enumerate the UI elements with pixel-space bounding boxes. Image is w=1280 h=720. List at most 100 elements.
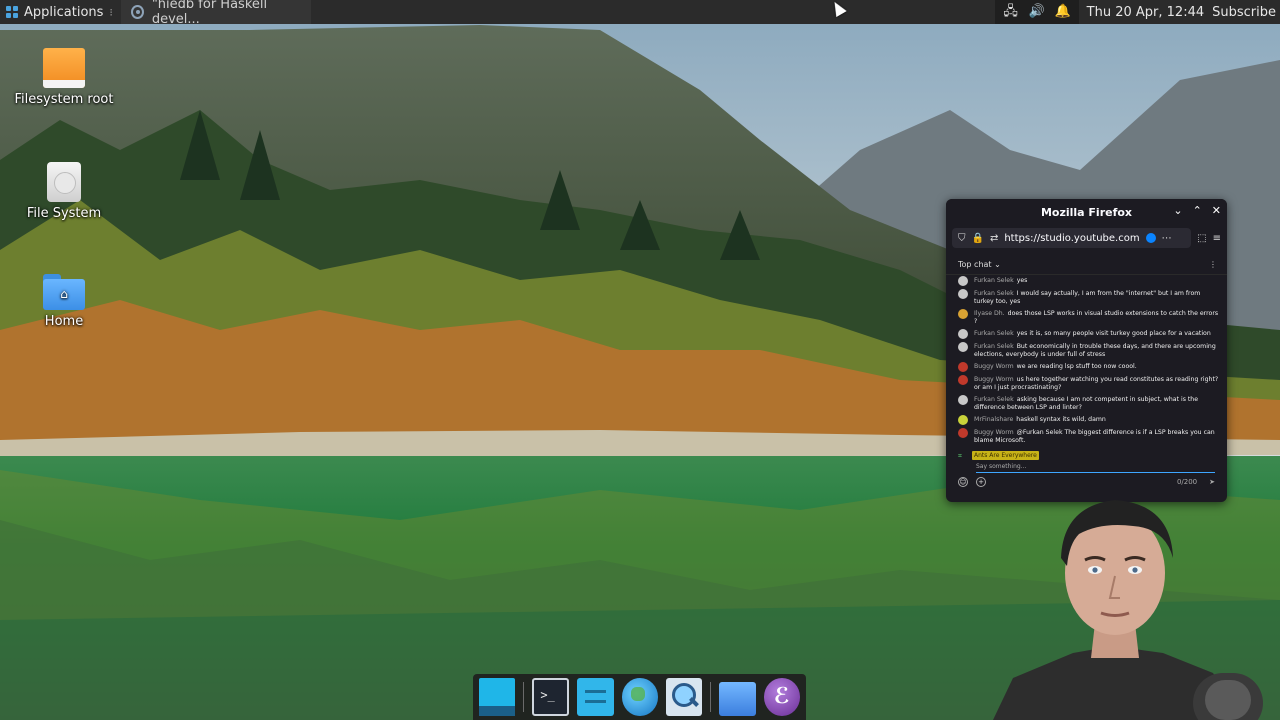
window-controls: ⌄ ⌃ ✕ — [1173, 204, 1221, 217]
chat-text: yes — [1016, 277, 1028, 284]
volume-icon[interactable]: 🔊 — [1029, 5, 1045, 19]
avatar[interactable] — [958, 309, 968, 319]
chevron-down-icon: ⌄ — [994, 260, 1001, 269]
folder-icon[interactable] — [719, 682, 756, 716]
url-text[interactable]: https://studio.youtube.com — [1004, 233, 1139, 244]
chat-message[interactable]: Buggy Worm us here together watching you … — [958, 375, 1219, 392]
avatar[interactable] — [958, 329, 968, 339]
url-bar-row: ⛉ 🔒 ⇄ https://studio.youtube.com ⋯ ⬚ ≡ — [952, 227, 1221, 249]
desktop-icon-label: Home — [44, 314, 84, 329]
chat-author[interactable]: Furkan Selek — [974, 396, 1014, 403]
applications-icon — [6, 6, 18, 18]
chat-message[interactable]: Ilyase Dh. does those LSP works in visual… — [958, 309, 1219, 326]
chat-message[interactable]: MrFinalshare haskell syntax its wild, dam… — [958, 415, 1219, 425]
chat-author[interactable]: Furkan Selek — [974, 290, 1014, 297]
avatar[interactable] — [958, 362, 968, 372]
panel-separator-icon: ⁝ — [109, 5, 113, 19]
show-desktop-icon[interactable] — [479, 678, 516, 716]
chat-message-body: Ilyase Dh. does those LSP works in visual… — [974, 310, 1219, 326]
terminal-icon[interactable]: >_ — [532, 678, 570, 716]
avatar[interactable] — [958, 395, 968, 405]
chat-author[interactable]: MrFinalshare — [974, 416, 1013, 423]
chat-author[interactable]: Furkan Selek — [974, 343, 1014, 350]
dock: >_ ℰ — [473, 674, 806, 720]
network-icon[interactable]: 🖧 — [1003, 5, 1019, 19]
window-titlebar[interactable]: Mozilla Firefox ⌄ ⌃ ✕ — [946, 199, 1227, 225]
applications-menu[interactable]: Applications ⁝ — [0, 0, 119, 24]
avatar[interactable] — [958, 415, 968, 425]
chat-mode-label: Top chat — [958, 260, 992, 269]
app-finder-icon[interactable] — [665, 678, 703, 716]
avatar[interactable] — [958, 276, 968, 286]
avatar[interactable] — [958, 289, 968, 299]
desktop-icon-filesystem-root[interactable]: Filesystem root — [14, 48, 114, 107]
chat-message[interactable]: Buggy Worm @Furkan Selek The biggest diff… — [958, 428, 1219, 445]
home-folder-icon: ⌂ — [43, 274, 85, 310]
chat-author[interactable]: Ilyase Dh. — [974, 310, 1005, 317]
chat-message-body: Furkan Selek yes — [974, 277, 1027, 285]
top-panel: Applications ⁝ "hiedb for Haskell devel.… — [0, 0, 1280, 27]
minimize-icon[interactable]: ⌄ — [1173, 204, 1182, 217]
chat-message[interactable]: Furkan Selek But economically in trouble … — [958, 342, 1219, 359]
chat-footer: ☺ + 0/200 ➤ — [946, 473, 1227, 487]
taskbar-window-button[interactable]: "hiedb for Haskell devel... — [120, 0, 311, 27]
desktop-icon-label: File System — [26, 206, 102, 221]
emacs-icon[interactable]: ℰ — [763, 678, 800, 716]
taskbar-window-label: "hiedb for Haskell devel... — [151, 0, 268, 27]
chat-user-row: ⌗ Ants Are Everywhere — [946, 451, 1227, 460]
avatar[interactable] — [958, 375, 968, 385]
system-tray: 🖧 🔊 🔔 — [994, 0, 1079, 24]
chat-text: does those LSP works in visual studio ex… — [974, 310, 1219, 325]
member-badge-icon: ⌗ — [958, 451, 962, 460]
permissions-icon[interactable]: ⇄ — [990, 233, 998, 244]
hamburger-menu-icon[interactable]: ≡ — [1213, 233, 1221, 244]
chat-mode-dropdown[interactable]: Top chat ⌄ — [958, 260, 1001, 269]
chat-message[interactable]: Furkan Selek yes — [958, 276, 1219, 286]
disk-icon — [47, 162, 81, 202]
chat-message-body: Furkan Selek I would say actually, I am f… — [974, 290, 1219, 306]
chat-message-body: Buggy Worm we are reading lsp stuff too n… — [974, 363, 1137, 371]
url-bar[interactable]: ⛉ 🔒 ⇄ https://studio.youtube.com ⋯ — [952, 228, 1192, 248]
chat-author[interactable]: Buggy Worm — [974, 363, 1014, 370]
shield-icon[interactable]: ⛉ — [958, 233, 966, 244]
chat-author[interactable]: Furkan Selek — [974, 330, 1014, 337]
subscribe-label: Subscribe — [1212, 4, 1276, 20]
chat-options-icon[interactable]: ⋮ — [1209, 260, 1217, 269]
chat-input[interactable]: Say something... — [976, 463, 1215, 473]
lock-icon[interactable]: 🔒 — [972, 233, 984, 244]
webcam-overlay — [983, 488, 1280, 720]
dock-separator — [710, 682, 712, 712]
site-indicator-icon[interactable] — [1145, 233, 1156, 243]
panel-clock[interactable]: Thu 20 Apr, 12:44 — [1079, 5, 1212, 20]
add-icon[interactable]: + — [976, 477, 986, 487]
emoji-icon[interactable]: ☺ — [958, 477, 968, 487]
chat-author[interactable]: Furkan Selek — [974, 277, 1014, 284]
web-browser-icon[interactable] — [621, 678, 658, 716]
chat-message[interactable]: Furkan Selek yes it is, so many people vi… — [958, 329, 1219, 339]
more-actions-icon[interactable]: ⋯ — [1162, 233, 1172, 244]
extensions-icon[interactable]: ⬚ — [1197, 233, 1206, 244]
chat-author[interactable]: Buggy Worm — [974, 376, 1014, 383]
avatar[interactable] — [958, 428, 968, 438]
chat-message-list: Furkan Selek yes Furkan Selek I would say a… — [946, 275, 1227, 445]
chat-header: Top chat ⌄ ⋮ — [946, 255, 1227, 275]
chat-author[interactable]: Buggy Worm — [974, 429, 1014, 436]
applications-label: Applications — [24, 4, 104, 20]
file-manager-icon[interactable] — [577, 678, 614, 716]
close-icon[interactable]: ✕ — [1212, 204, 1221, 217]
dock-separator — [523, 682, 525, 712]
chat-message-body: Furkan Selek But economically in trouble … — [974, 343, 1219, 359]
maximize-icon[interactable]: ⌃ — [1193, 204, 1202, 217]
avatar[interactable] — [958, 342, 968, 352]
chat-message[interactable]: Buggy Worm we are reading lsp stuff too n… — [958, 362, 1219, 372]
chat-message-body: Furkan Selek yes it is, so many people vi… — [974, 330, 1211, 338]
chat-text: we are reading lsp stuff too now coool. — [1016, 363, 1137, 370]
notification-bell-icon[interactable]: 🔔 — [1055, 5, 1071, 19]
desktop-icon-file-system[interactable]: File System — [14, 162, 114, 221]
chat-message-body: Buggy Worm @Furkan Selek The biggest diff… — [974, 429, 1219, 445]
send-icon[interactable]: ➤ — [1209, 478, 1215, 486]
chat-message[interactable]: Furkan Selek I would say actually, I am f… — [958, 289, 1219, 306]
desktop-icon-home[interactable]: ⌂ Home — [14, 274, 114, 329]
chat-message[interactable]: Furkan Selek asking because I am not comp… — [958, 395, 1219, 412]
desktop-icon-label: Filesystem root — [14, 92, 114, 107]
